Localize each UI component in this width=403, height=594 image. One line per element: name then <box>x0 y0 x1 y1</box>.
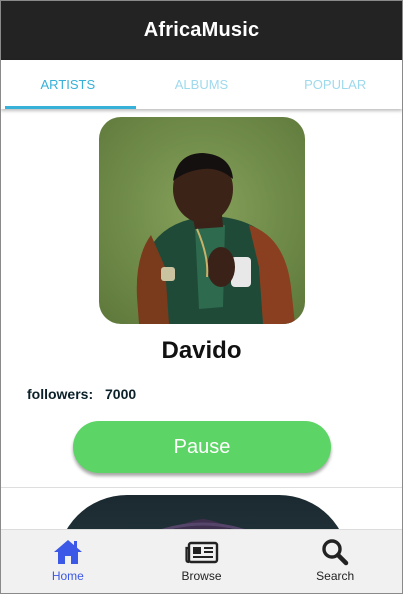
nav-search[interactable]: Search <box>268 530 402 593</box>
nav-home-label: Home <box>51 569 84 583</box>
followers-label: followers: <box>27 386 94 402</box>
tab-popular-label: POPULAR <box>304 77 367 92</box>
home-icon <box>52 538 84 566</box>
artist-name: Davido <box>161 337 242 364</box>
bottom-nav: Home Browse Search <box>1 529 402 593</box>
nav-search-label: Search <box>316 569 355 583</box>
tab-artists[interactable]: ARTISTS <box>1 60 136 109</box>
tab-popular[interactable]: POPULAR <box>268 60 402 109</box>
nav-home[interactable]: Home <box>1 530 135 593</box>
tab-bar: ARTISTS ALBUMS POPULAR <box>1 60 402 109</box>
app-title: AfricaMusic <box>143 19 260 41</box>
tab-active-indicator <box>5 106 136 109</box>
nav-browse-label: Browse <box>181 569 222 583</box>
nav-browse[interactable]: Browse <box>135 530 269 593</box>
followers-row: followers: 7000 <box>27 386 136 402</box>
newspaper-icon <box>184 538 219 566</box>
tab-albums-label: ALBUMS <box>174 77 229 92</box>
app-frame: AfricaMusic ARTISTS ALBUMS POPULAR David… <box>0 0 403 594</box>
search-icon <box>320 538 350 566</box>
followers-count: 7000 <box>105 386 137 402</box>
artist-list[interactable]: Davido followers: 7000 Pause <box>1 109 402 529</box>
artist-photo[interactable] <box>99 117 305 324</box>
tab-artists-label: ARTISTS <box>40 77 96 92</box>
list-divider <box>1 487 402 488</box>
pause-button[interactable]: Pause <box>73 421 331 473</box>
tab-albums[interactable]: ALBUMS <box>135 60 269 109</box>
next-artist-photo[interactable] <box>57 495 349 529</box>
app-bar: AfricaMusic <box>1 1 402 60</box>
